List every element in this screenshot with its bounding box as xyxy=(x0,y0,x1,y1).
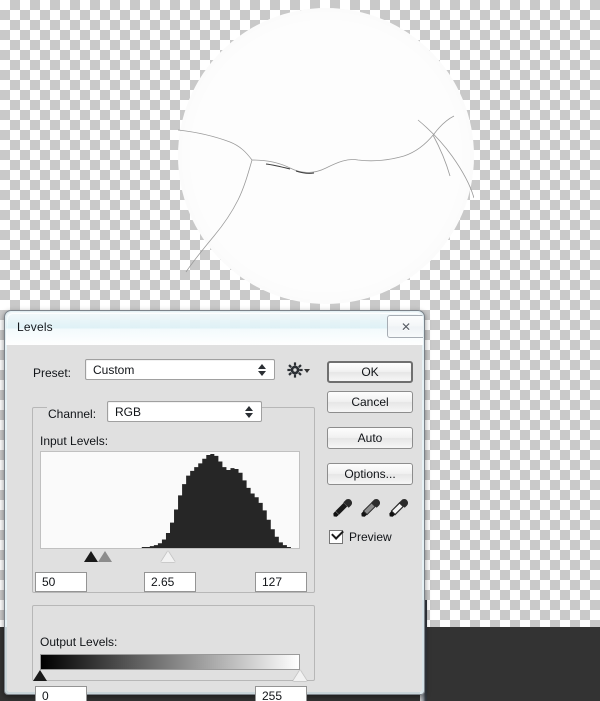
preview-row[interactable]: Preview xyxy=(329,527,392,544)
histogram-plot xyxy=(41,454,299,548)
output-black-point-handle[interactable] xyxy=(33,670,47,681)
histogram-chart[interactable] xyxy=(40,451,300,549)
auto-button[interactable]: Auto xyxy=(327,427,413,449)
input-black-point-handle[interactable] xyxy=(83,551,98,562)
input-levels-slider[interactable] xyxy=(40,550,300,564)
preset-options-button[interactable] xyxy=(287,360,313,380)
close-icon: ✕ xyxy=(400,319,412,334)
dialog-title: Levels xyxy=(17,320,53,334)
output-gradient-bar xyxy=(40,654,300,670)
output-black-point-field[interactable]: 0 xyxy=(35,686,87,701)
input-white-point-field[interactable]: 127 xyxy=(255,572,307,592)
output-white-point-value: 255 xyxy=(262,689,283,701)
preview-checkbox[interactable] xyxy=(329,527,344,544)
gear-icon xyxy=(287,362,303,378)
preview-label: Preview xyxy=(349,530,392,544)
channel-label: Channel: xyxy=(48,407,97,421)
cancel-button[interactable]: Cancel xyxy=(327,391,413,413)
chevron-down-icon xyxy=(304,369,310,373)
dialog-body: Preset: Custom Channel: RGB Input Levels… xyxy=(7,345,422,701)
chevron-updown-icon xyxy=(245,405,254,419)
output-white-point-field[interactable]: 255 xyxy=(255,686,307,701)
set-black-point-eyedropper-icon[interactable] xyxy=(331,497,353,519)
chevron-updown-icon xyxy=(258,363,267,377)
eyedropper-group xyxy=(329,497,415,523)
output-levels-slider[interactable] xyxy=(33,669,307,683)
preset-label: Preset: xyxy=(33,366,72,380)
output-white-point-handle[interactable] xyxy=(293,670,307,681)
input-gray-point-handle[interactable] xyxy=(98,551,112,562)
dialog-titlebar[interactable]: Levels ✕ xyxy=(6,312,423,345)
close-button[interactable]: ✕ xyxy=(387,315,423,338)
input-white-point-value: 127 xyxy=(262,575,283,589)
set-gray-point-eyedropper-icon[interactable] xyxy=(359,497,381,519)
photoshop-canvas: Levels ✕ Preset: Custom Channel: RGB Inp… xyxy=(0,0,600,701)
input-levels-label: Input Levels: xyxy=(40,434,109,448)
ok-button[interactable]: OK xyxy=(327,361,413,383)
channel-value: RGB xyxy=(115,404,142,419)
set-white-point-eyedropper-icon[interactable] xyxy=(387,497,409,519)
output-black-point-value: 0 xyxy=(42,689,49,701)
input-gamma-value: 2.65 xyxy=(151,575,175,589)
preset-value: Custom xyxy=(93,362,135,377)
check-icon xyxy=(331,527,344,540)
input-midtone-handle[interactable] xyxy=(160,551,175,562)
ball-cracks-overlay xyxy=(178,115,474,273)
preset-dropdown[interactable]: Custom xyxy=(85,359,275,380)
output-levels-label: Output Levels: xyxy=(40,635,118,649)
input-black-point-field[interactable]: 50 xyxy=(35,572,87,592)
cracked-ball-image xyxy=(178,8,474,304)
input-black-point-value: 50 xyxy=(42,575,56,589)
channel-dropdown[interactable]: RGB xyxy=(107,401,262,422)
options-button[interactable]: Options... xyxy=(327,463,413,485)
input-gamma-field[interactable]: 2.65 xyxy=(144,572,196,592)
levels-dialog: Levels ✕ Preset: Custom Channel: RGB Inp… xyxy=(4,310,425,701)
